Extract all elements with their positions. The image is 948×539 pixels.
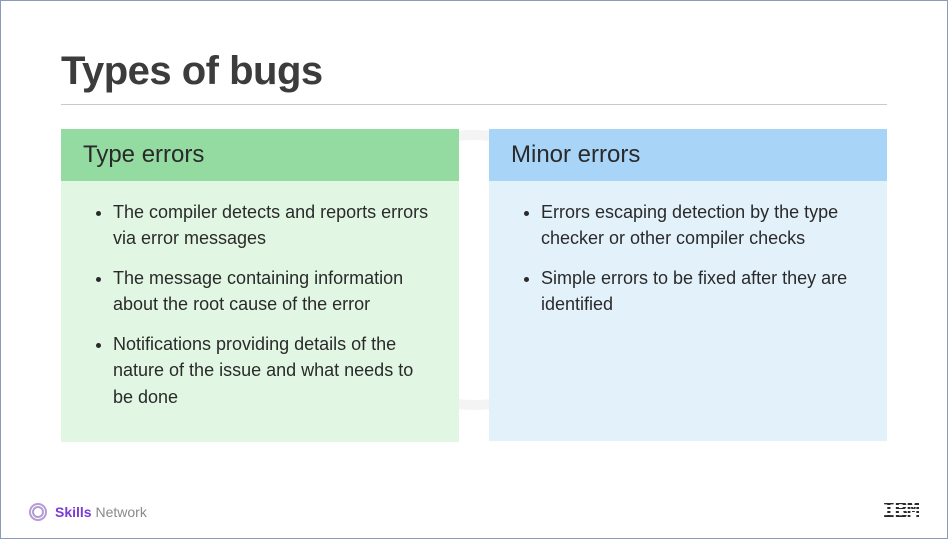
brand-light: Network xyxy=(95,504,146,520)
ibm-logo: IBM xyxy=(882,499,919,524)
bullet-list: The compiler detects and reports errors … xyxy=(95,199,433,410)
card-heading: Minor errors xyxy=(489,129,887,181)
brand-bold: Skills xyxy=(55,504,92,520)
list-item: Notifications providing details of the n… xyxy=(113,331,433,409)
skills-network-brand: Skills Network xyxy=(29,503,147,521)
card-body: Errors escaping detection by the type ch… xyxy=(489,181,887,441)
card-heading: Type errors xyxy=(61,129,459,181)
list-item: Simple errors to be fixed after they are… xyxy=(541,265,861,317)
bullet-list: Errors escaping detection by the type ch… xyxy=(523,199,861,317)
card-type-errors: Type errors The compiler detects and rep… xyxy=(61,129,459,442)
brand-text: Skills Network xyxy=(55,504,147,520)
card-body: The compiler detects and reports errors … xyxy=(61,181,459,442)
columns-container: Type errors The compiler detects and rep… xyxy=(61,129,887,442)
list-item: The compiler detects and reports errors … xyxy=(113,199,433,251)
list-item: The message containing information about… xyxy=(113,265,433,317)
skills-network-icon xyxy=(29,503,47,521)
slide-title: Types of bugs xyxy=(61,49,887,105)
card-minor-errors: Minor errors Errors escaping detection b… xyxy=(489,129,887,442)
slide: Types of bugs Type errors The compiler d… xyxy=(1,1,947,442)
footer: Skills Network IBM xyxy=(1,499,947,524)
list-item: Errors escaping detection by the type ch… xyxy=(541,199,861,251)
